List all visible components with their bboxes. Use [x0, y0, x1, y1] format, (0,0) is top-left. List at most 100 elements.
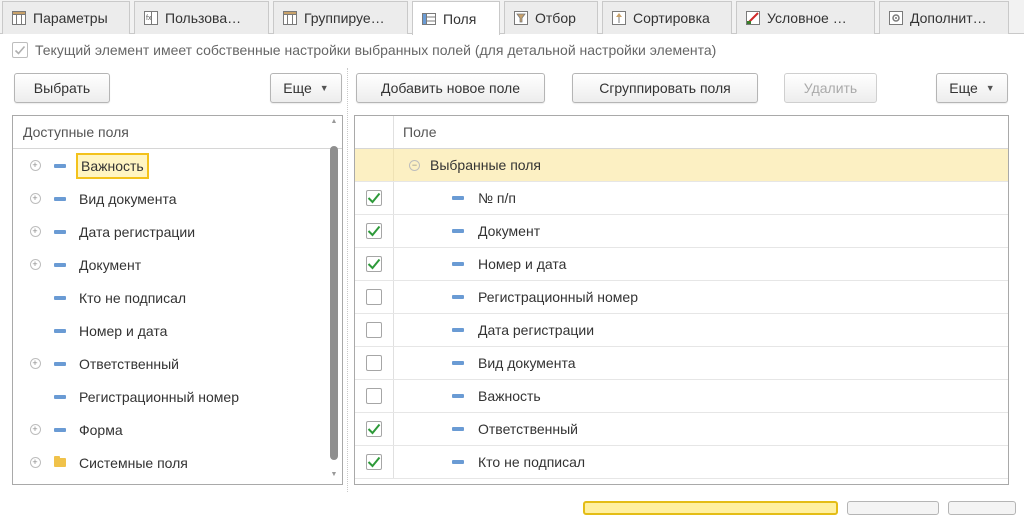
tab-conditional-format[interactable]: Условное … — [736, 1, 875, 34]
list-item[interactable]: + Важность — [13, 149, 342, 182]
group-check-cell — [355, 149, 394, 181]
table-row[interactable]: Вид документа — [355, 347, 1008, 380]
list-item[interactable]: Номер и дата — [13, 314, 342, 347]
field-checkbox[interactable] — [366, 388, 382, 404]
table-row[interactable]: Ответственный — [355, 413, 1008, 446]
right-more-button[interactable]: Еще ▼ — [936, 73, 1008, 103]
tab-label: Сортировка — [633, 10, 710, 26]
filter-icon — [514, 11, 528, 25]
checkmark-icon — [367, 225, 381, 237]
field-checkbox[interactable] — [366, 223, 382, 239]
right-more-label: Еще — [949, 80, 978, 96]
own-settings-checkbox[interactable] — [12, 42, 28, 58]
field-icon — [54, 361, 66, 366]
list-item[interactable]: + Вид документа — [13, 182, 342, 215]
field-checkbox[interactable] — [366, 421, 382, 437]
expand-icon[interactable]: + — [29, 226, 41, 237]
delete-button[interactable]: Удалить — [784, 73, 877, 103]
own-settings-option[interactable]: Текущий элемент имеет собственные настро… — [12, 40, 716, 60]
expand-icon[interactable]: + — [29, 457, 41, 468]
chevron-down-icon: ▼ — [985, 83, 995, 93]
field-icon — [452, 229, 464, 233]
expand-icon[interactable]: + — [29, 358, 41, 369]
list-item[interactable]: + Форма — [13, 413, 342, 446]
tab-sort[interactable]: Сортировка — [602, 1, 732, 34]
available-fields-panel: Доступные поля + Важность + Вид документ… — [12, 115, 343, 485]
list-item-label: Дата регистрации — [79, 223, 196, 240]
field-checkbox[interactable] — [366, 454, 382, 470]
group-row[interactable]: − Выбранные поля — [355, 149, 1008, 182]
group-label: Выбранные поля — [430, 157, 542, 173]
scroll-down-icon[interactable]: ▼ — [329, 471, 339, 478]
field-checkbox[interactable] — [366, 322, 382, 338]
list-item[interactable]: Кто не подписал — [13, 281, 342, 314]
check-column-header — [355, 116, 394, 148]
table-row[interactable]: Кто не подписал — [355, 446, 1008, 479]
list-item[interactable]: + Ответственный — [13, 347, 342, 380]
tab-parameters[interactable]: Параметры — [2, 1, 130, 34]
add-field-label: Добавить новое поле — [380, 80, 521, 96]
group-fields-button[interactable]: Сгруппировать поля — [572, 73, 758, 103]
collapse-icon[interactable]: − — [409, 159, 420, 171]
field-checkbox[interactable] — [366, 190, 382, 206]
tab-label: Дополнит… — [910, 10, 987, 26]
field-icon — [452, 361, 464, 365]
field-checkbox[interactable] — [366, 256, 382, 272]
tab-grouping[interactable]: Группируе… — [273, 1, 408, 34]
checkmark-icon — [367, 456, 381, 468]
list-item-label: Системные поля — [79, 454, 188, 471]
table-row[interactable]: Важность — [355, 380, 1008, 413]
tab-user-fields[interactable]: fx Пользова… — [134, 1, 269, 34]
field-icon — [54, 295, 66, 300]
field-icon — [54, 196, 66, 201]
available-fields-title: Доступные поля — [23, 124, 129, 140]
scroll-up-icon[interactable]: ▲ — [329, 118, 339, 125]
field-icon — [452, 427, 464, 431]
expand-icon[interactable]: + — [29, 424, 41, 435]
list-item-label: Документ — [79, 256, 142, 273]
help-button[interactable] — [948, 501, 1016, 515]
field-label: Регистрационный номер — [478, 289, 638, 305]
field-icon — [54, 163, 66, 168]
table-row[interactable]: Дата регистрации — [355, 314, 1008, 347]
select-button-label: Выбрать — [33, 80, 91, 96]
table-row[interactable]: Номер и дата — [355, 248, 1008, 281]
expand-icon[interactable]: + — [29, 259, 41, 270]
tab-filter[interactable]: Отбор — [504, 1, 598, 34]
add-field-button[interactable]: Добавить новое поле — [356, 73, 545, 103]
vertical-scrollbar[interactable]: ▲ ▼ — [329, 118, 339, 482]
tab-additional[interactable]: Дополнит… — [879, 1, 1009, 34]
field-label: Кто не подписал — [478, 454, 586, 470]
list-item[interactable]: + Дата регистрации — [13, 215, 342, 248]
select-button[interactable]: Выбрать — [14, 73, 110, 103]
list-item[interactable]: + Документ — [13, 248, 342, 281]
cancel-button[interactable] — [847, 501, 939, 515]
field-icon — [452, 328, 464, 332]
expand-icon[interactable]: + — [29, 193, 41, 204]
folder-icon — [54, 456, 66, 467]
list-item[interactable]: + Системные поля — [13, 446, 342, 479]
field-icon — [54, 328, 66, 333]
table-row[interactable]: № п/п — [355, 182, 1008, 215]
table-icon — [12, 11, 26, 25]
grouping-icon — [283, 11, 297, 25]
field-checkbox[interactable] — [366, 355, 382, 371]
left-more-label: Еще — [283, 80, 312, 96]
ok-button[interactable] — [583, 501, 838, 515]
left-more-button[interactable]: Еще ▼ — [270, 73, 342, 103]
scroll-thumb[interactable] — [330, 146, 338, 460]
list-item[interactable]: Регистрационный номер — [13, 380, 342, 413]
chevron-down-icon: ▼ — [319, 83, 329, 93]
list-item-label: Номер и дата — [79, 322, 168, 339]
table-row[interactable]: Регистрационный номер — [355, 281, 1008, 314]
field-checkbox[interactable] — [366, 289, 382, 305]
tab-fields[interactable]: Поля — [412, 1, 500, 35]
selected-fields-panel: Поле − Выбранные поля № п/п Документ Ном… — [354, 115, 1009, 485]
expand-icon[interactable]: + — [29, 160, 41, 171]
field-icon — [54, 394, 66, 399]
checkmark-icon — [14, 45, 26, 55]
table-row[interactable]: Документ — [355, 215, 1008, 248]
field-icon — [54, 229, 66, 234]
panel-splitter[interactable] — [347, 68, 348, 492]
own-settings-label: Текущий элемент имеет собственные настро… — [35, 42, 717, 58]
